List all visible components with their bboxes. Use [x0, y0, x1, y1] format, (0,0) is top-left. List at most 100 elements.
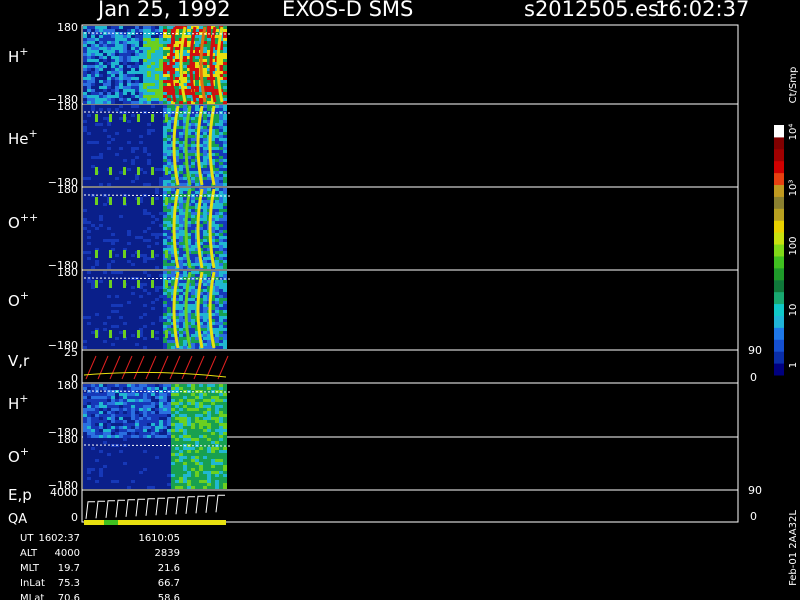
mark [109, 280, 112, 288]
ephem-val1-0: 1602:37 [38, 533, 80, 544]
energy-trace [85, 494, 225, 519]
spectrogram-plot: H+180−180He+180−180O++180−180O+180−180V,… [8, 21, 799, 600]
right-min-tick-7: 0 [750, 510, 757, 523]
qa-flag-segment [104, 520, 118, 525]
mark [137, 330, 140, 338]
mark [137, 167, 140, 175]
mark [151, 330, 154, 338]
ep-traces [85, 494, 225, 519]
colorbar-cell [774, 196, 784, 209]
y-max-tick-2: 180 [57, 183, 78, 196]
side-stamp: Feb-01 2AA32L [788, 510, 799, 586]
y-max-tick-4: 25 [64, 346, 78, 359]
colorbar-tick-0: 1 [788, 362, 799, 368]
colorbar-tick-2: 100 [788, 236, 799, 255]
panel-label-3: O+ [8, 289, 29, 310]
colorbar-tick-4: 10⁴ [788, 124, 799, 141]
right-max-tick-7: 90 [748, 484, 762, 497]
colorbar-cell [774, 363, 784, 376]
panel-label-0: H+ [8, 45, 29, 66]
spectrogram-panel-2 [83, 188, 227, 269]
radius-trace [83, 371, 227, 378]
panel-label-2: O++ [8, 211, 38, 232]
ephem-val2-1: 2839 [155, 548, 180, 559]
y-max-tick-7: 4000 [50, 486, 78, 499]
mark [123, 114, 126, 122]
spectrogram-panel-3 [83, 271, 227, 349]
mark [123, 330, 126, 338]
qa-label: QA [8, 512, 27, 527]
panel-label-6: O+ [8, 445, 29, 466]
ephem-val2-0: 1610:05 [138, 533, 180, 544]
colorbar-title: Ct/Smp [788, 67, 799, 104]
ephem-name-1: ALT [20, 548, 38, 559]
colorbar-cell [774, 160, 784, 174]
mark [109, 167, 112, 175]
ephem-val1-3: 75.3 [58, 578, 80, 589]
mark [95, 114, 98, 122]
mark [137, 197, 140, 205]
colorbar-cell [774, 351, 784, 364]
panel-label-5: H+ [8, 392, 29, 413]
colorbar-cell [774, 136, 784, 150]
mark [151, 197, 154, 205]
right-min-tick-4: 0 [750, 371, 757, 384]
mark [123, 250, 126, 258]
mark [165, 280, 168, 288]
mark [123, 167, 126, 175]
colorbar-cell [774, 208, 784, 221]
colorbar-tick-3: 10³ [788, 180, 799, 197]
mark [109, 114, 112, 122]
colorbar-cell [774, 125, 784, 138]
mark [95, 250, 98, 258]
mark [151, 280, 154, 288]
panel-label-1: He+ [8, 127, 38, 148]
colorbar-cell [774, 339, 784, 352]
colorbar-cell [774, 244, 784, 257]
ephem-val2-4: 58.6 [158, 593, 180, 600]
panel-frame-7 [81, 489, 739, 523]
colorbar-cell [774, 315, 784, 328]
colorbar-cell [774, 172, 784, 186]
y-max-tick-5: 180 [57, 379, 78, 392]
spectrogram-panel-0 [83, 26, 227, 104]
panel-label-4: V,r [8, 352, 30, 370]
mark [109, 197, 112, 205]
ephem-val1-2: 19.7 [58, 563, 80, 574]
mark [165, 197, 168, 205]
colorbar-cell [774, 267, 784, 281]
ephemeris-table: UT 1602:37 1610:05 ALT 4000 2839 MLT 19.7 21.6 In… [20, 533, 180, 600]
mark [95, 167, 98, 175]
ephem-val2-2: 21.6 [158, 563, 180, 574]
mark [137, 250, 140, 258]
y-min-tick-7: 0 [71, 511, 78, 524]
y-max-tick-3: 180 [57, 266, 78, 279]
colorbar: 1 10 100 10³ 10⁴ Ct/Smp [774, 67, 799, 376]
colorbar-cell [774, 327, 784, 340]
ephem-val1-1: 4000 [55, 548, 80, 559]
ephem-name-4: MLat [20, 593, 44, 600]
colorbar-tick-1: 10 [788, 304, 799, 317]
panel-label-7: E,p [8, 486, 32, 504]
mark [165, 250, 168, 258]
mark [123, 280, 126, 288]
panel-frame-4 [81, 349, 739, 384]
colorbar-cell [774, 279, 784, 293]
colorbar-cell [774, 184, 784, 197]
mark [165, 330, 168, 338]
mark [95, 280, 98, 288]
mark [109, 250, 112, 258]
mark [165, 167, 168, 175]
y-max-tick-6: 180 [57, 433, 78, 446]
colorbar-cell [774, 232, 784, 245]
ephem-name-0: UT [20, 533, 34, 544]
colorbar-cell [774, 148, 784, 162]
ephem-name-3: InLat [20, 578, 45, 589]
qa-bar [84, 520, 226, 525]
ephem-val1-4: 70.6 [58, 593, 80, 600]
mark [137, 114, 140, 122]
colorbar-cell [774, 303, 784, 316]
mark [151, 114, 154, 122]
ephem-val2-3: 66.7 [158, 578, 180, 589]
spectrogram-panel-1 [83, 105, 227, 186]
